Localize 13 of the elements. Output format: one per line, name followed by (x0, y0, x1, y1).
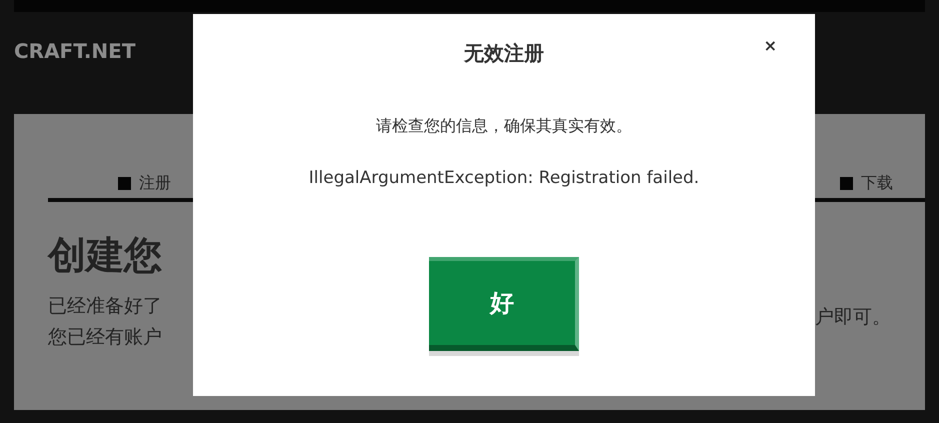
paragraph-line: 已经准备好了 (48, 294, 163, 319)
page-heading: 创建您 (48, 232, 163, 279)
step-label: 注册 (139, 173, 171, 194)
dialog-title: 无效注册 (464, 40, 544, 67)
square-icon (118, 177, 131, 190)
step-label: 下载 (861, 173, 893, 194)
dialog-message: 请检查您的信息，确保其真实有效。 (376, 116, 632, 137)
site-logo-text[interactable]: CRAFT.NET (14, 39, 136, 63)
paragraph-line: 您已经有账户 (48, 325, 163, 350)
square-icon (840, 177, 853, 190)
error-message: IllegalArgumentException: Registration failed. (308, 168, 700, 188)
paragraph-line: 户即可。 (815, 305, 892, 330)
close-button[interactable]: × (762, 36, 779, 55)
